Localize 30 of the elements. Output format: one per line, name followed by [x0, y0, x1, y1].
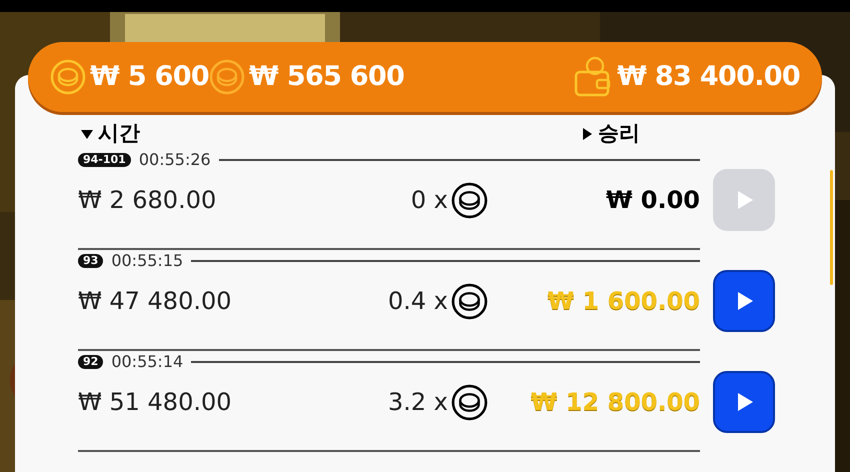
bet-amount: ₩ 2 680.00 — [78, 185, 218, 216]
win-amount: ₩ 1 600.00 — [546, 286, 700, 317]
scroll-bar[interactable] — [830, 170, 833, 285]
round-badge: 93 — [78, 254, 104, 268]
coin-icon — [451, 182, 488, 218]
bet-amount: ₩ 5 600 — [90, 60, 210, 94]
caret-down-icon — [80, 127, 94, 141]
round-badge: 94-101 — [78, 153, 131, 167]
replay-button[interactable] — [713, 270, 775, 332]
bet-amount: ₩ 51 480.00 — [78, 387, 233, 418]
replay-button[interactable] — [713, 370, 775, 432]
bet-amount: ₩ 47 480.00 — [78, 286, 233, 317]
coin-icon — [451, 384, 488, 420]
round-time: 00:55:14 — [111, 351, 184, 373]
sort-header[interactable]: 시간 — [80, 118, 140, 150]
coin-icon — [209, 59, 246, 95]
win-amount: ₩ 0.00 — [604, 185, 700, 216]
round-time: 00:55:26 — [138, 149, 211, 171]
round-time: 00:55:15 — [111, 250, 184, 272]
sort-header[interactable]: 승리 — [580, 118, 640, 150]
total-amount: ₩ 565 600 — [249, 60, 404, 94]
wallet-balance: ₩ 83 400.00 — [617, 60, 800, 94]
caret-right-icon — [580, 127, 594, 141]
round-badge: 92 — [78, 355, 104, 369]
multiplier: 0 x — [410, 185, 448, 216]
coin-icon — [451, 282, 488, 320]
multiplier: 3.2 x — [387, 387, 448, 418]
win-amount: ₩ 12 800.00 — [530, 387, 700, 418]
coin-icon — [50, 59, 86, 95]
multiplier: 0.4 x — [387, 286, 448, 317]
